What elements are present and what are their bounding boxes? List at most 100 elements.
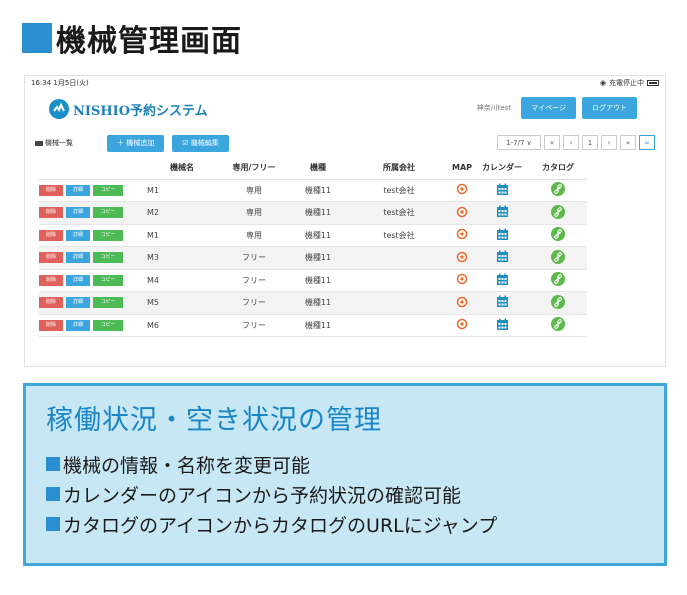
- delete-button[interactable]: 削除: [39, 207, 63, 219]
- detail-button[interactable]: 詳細: [66, 229, 90, 241]
- status-time: 16:34: [31, 78, 52, 87]
- map-pin-icon[interactable]: [456, 296, 468, 310]
- detail-button[interactable]: 詳細: [66, 207, 90, 219]
- map-pin-icon[interactable]: [456, 206, 468, 220]
- catalog-link-icon[interactable]: [551, 249, 565, 266]
- edit-machine-button[interactable]: ☑ 機械編集: [172, 134, 229, 152]
- logo[interactable]: NISHIO予約システム: [49, 99, 208, 119]
- col-header: カタログ: [529, 157, 587, 180]
- logout-button[interactable]: ログアウト: [582, 97, 637, 119]
- usage-type-cell: 専用: [221, 179, 287, 202]
- usage-type-cell: フリー: [221, 246, 287, 270]
- calendar-cell: [475, 246, 529, 270]
- logo-icon: [49, 99, 69, 119]
- catalog-link-icon[interactable]: [551, 227, 565, 243]
- catalog-link-icon[interactable]: [551, 317, 565, 333]
- catalog-cell: [529, 314, 587, 337]
- info-title: 稼働状況・空き状況の管理: [46, 405, 382, 436]
- prev-page-button[interactable]: ‹: [563, 135, 579, 150]
- usage-type-cell: 専用: [221, 201, 287, 225]
- detail-button[interactable]: 詳細: [66, 319, 90, 331]
- catalog-cell: [529, 179, 587, 202]
- map-pin-icon[interactable]: [456, 274, 468, 287]
- copy-button[interactable]: コピー: [93, 319, 123, 331]
- catalog-link-icon[interactable]: [551, 294, 565, 311]
- catalog-link-icon[interactable]: [551, 182, 565, 198]
- col-header: 所属会社: [349, 157, 449, 180]
- feature-text: カレンダーのアイコンから予約状況の確認可能: [63, 484, 462, 507]
- usage-type-cell: フリー: [221, 314, 287, 337]
- app-header: NISHIO予約システム 神奈川test マイページ ログアウト: [25, 89, 665, 129]
- model-cell: 機種11: [287, 314, 349, 337]
- catalog-link-icon[interactable]: [551, 204, 565, 221]
- copy-button[interactable]: コピー: [93, 184, 123, 196]
- table-row[interactable]: 削除 詳細 コピー M6 フリー 機種11: [39, 314, 587, 337]
- detail-button[interactable]: 詳細: [66, 274, 90, 286]
- detail-button[interactable]: 詳細: [66, 297, 90, 309]
- table-row[interactable]: 削除 詳細 コピー M1 専用 機種11 test会社: [39, 179, 587, 202]
- model-cell: 機種11: [287, 179, 349, 202]
- row-actions: 削除 詳細 コピー: [39, 201, 143, 225]
- battery-icon: [647, 79, 659, 86]
- delete-button[interactable]: 削除: [39, 319, 63, 331]
- copy-button[interactable]: コピー: [93, 252, 123, 264]
- delete-button[interactable]: 削除: [39, 229, 63, 241]
- feature-text: 機械の情報・名称を変更可能: [63, 454, 311, 477]
- catalog-cell: [529, 269, 587, 292]
- machine-table: 機械名 専用/フリー 機種 所属会社 MAP カレンダー カタログ 削除 詳細 コピ…: [39, 157, 587, 337]
- col-header: MAP: [449, 157, 475, 180]
- table-row[interactable]: 削除 詳細 コピー M4 フリー 機種11: [39, 269, 587, 292]
- last-page-button[interactable]: »: [620, 135, 636, 150]
- page-number[interactable]: 1: [582, 135, 598, 150]
- calendar-cell: [475, 291, 529, 315]
- map-cell: [449, 246, 475, 270]
- map-pin-icon[interactable]: [456, 229, 468, 242]
- detail-button[interactable]: 詳細: [66, 184, 90, 196]
- delete-button[interactable]: 削除: [39, 252, 63, 264]
- catalog-cell: [529, 246, 587, 270]
- calendar-icon[interactable]: [496, 183, 509, 198]
- copy-button[interactable]: コピー: [93, 207, 123, 219]
- copy-button[interactable]: コピー: [93, 229, 123, 241]
- machine-name-cell: M1: [143, 224, 221, 247]
- calendar-icon[interactable]: [496, 228, 509, 243]
- calendar-icon[interactable]: [496, 250, 509, 265]
- feature-text: カタログのアイコンからカタログのURLにジャンプ: [63, 514, 498, 537]
- table-row[interactable]: 削除 詳細 コピー M5 フリー 機種11: [39, 291, 587, 315]
- machine-list-label: 機械一覧: [35, 138, 73, 148]
- row-actions: 削除 詳細 コピー: [39, 291, 143, 315]
- calendar-cell: [475, 314, 529, 337]
- map-pin-icon[interactable]: [456, 184, 468, 197]
- detail-button[interactable]: 詳細: [66, 252, 90, 264]
- col-header: 機種: [287, 157, 349, 180]
- first-page-button[interactable]: «: [544, 135, 560, 150]
- catalog-link-icon[interactable]: [551, 272, 565, 288]
- map-pin-icon[interactable]: [456, 251, 468, 265]
- map-cell: [449, 269, 475, 292]
- table-row[interactable]: 削除 詳細 コピー M3 フリー 機種11: [39, 246, 587, 270]
- model-cell: 機種11: [287, 246, 349, 270]
- pagination: 1-7/7 ∨ « ‹ 1 › » ∞: [497, 135, 655, 150]
- map-pin-icon[interactable]: [456, 319, 468, 332]
- range-select[interactable]: 1-7/7 ∨: [497, 135, 541, 150]
- calendar-icon[interactable]: [496, 205, 509, 220]
- add-machine-button[interactable]: ＋ 機械追加: [107, 134, 165, 152]
- copy-button[interactable]: コピー: [93, 297, 123, 309]
- table-row[interactable]: 削除 詳細 コピー M2 専用 機種11 test会社: [39, 201, 587, 225]
- model-cell: 機種11: [287, 291, 349, 315]
- link-toggle-icon[interactable]: ∞: [639, 135, 655, 150]
- next-page-button[interactable]: ›: [601, 135, 617, 150]
- copy-button[interactable]: コピー: [93, 274, 123, 286]
- page-title: 機械管理画面: [56, 24, 242, 59]
- table-row[interactable]: 削除 詳細 コピー M1 専用 機種11 test会社: [39, 224, 587, 247]
- logo-text: NISHIO予約システム: [73, 103, 208, 119]
- title-square-icon: [22, 23, 52, 53]
- calendar-icon[interactable]: [496, 273, 509, 288]
- delete-button[interactable]: 削除: [39, 274, 63, 286]
- calendar-icon[interactable]: [496, 318, 509, 333]
- mypage-button[interactable]: マイページ: [521, 97, 576, 119]
- calendar-icon[interactable]: [496, 295, 509, 310]
- delete-button[interactable]: 削除: [39, 184, 63, 196]
- company-cell: [349, 314, 449, 337]
- delete-button[interactable]: 削除: [39, 297, 63, 309]
